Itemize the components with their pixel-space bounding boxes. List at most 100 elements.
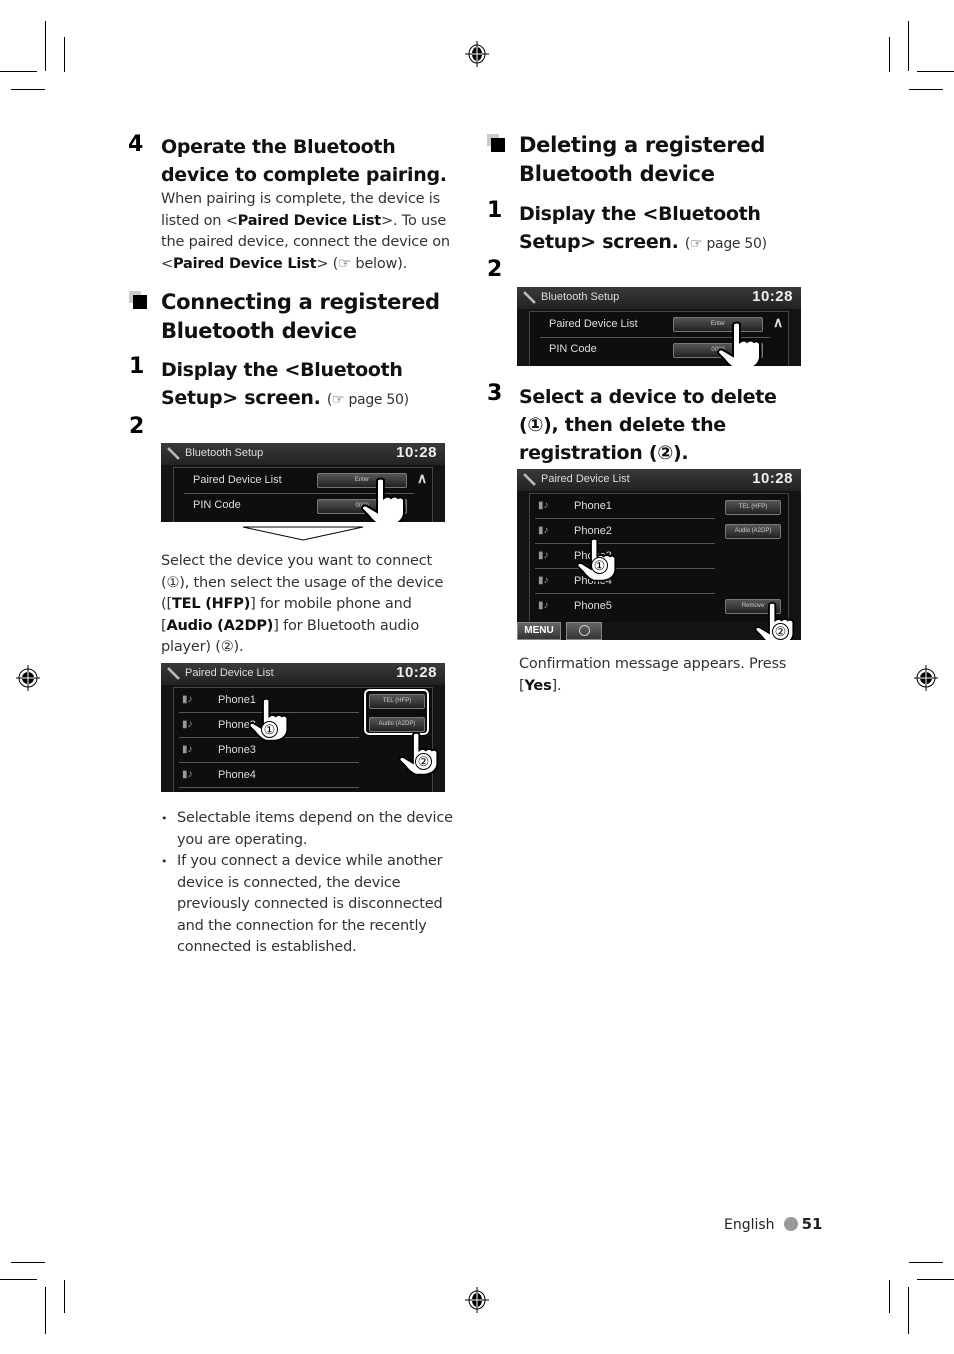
tel-hfp-button[interactable]: TEL (HFP) bbox=[725, 500, 781, 515]
home-icon bbox=[578, 625, 590, 636]
crop-mark bbox=[908, 1287, 909, 1334]
phone-music-icon: ▮♪ bbox=[182, 769, 193, 780]
phone-music-icon: ▮♪ bbox=[182, 719, 193, 730]
menu-item-paired-device-list[interactable]: Paired Device List bbox=[549, 318, 638, 330]
connect-instruction: Select the device you want to connect (①… bbox=[161, 551, 461, 659]
phone-music-icon: ▮♪ bbox=[182, 744, 193, 755]
phone-music-icon: ▮♪ bbox=[538, 600, 549, 611]
clock: 10:28 bbox=[396, 444, 437, 461]
phone-music-icon: ▮♪ bbox=[182, 694, 193, 705]
crop-mark bbox=[0, 1279, 37, 1280]
step-3: Select a device to delete (①), then dele… bbox=[519, 383, 814, 467]
paired-device-list-screen: Paired Device List 10:28 ▮♪ Phone1 ▮♪ Ph… bbox=[517, 469, 801, 640]
text-run: > (☞ below). bbox=[316, 255, 408, 272]
menu-button[interactable]: MENU bbox=[517, 622, 561, 640]
phone-music-icon: ▮♪ bbox=[538, 550, 549, 561]
menu-item-pin-code[interactable]: PIN Code bbox=[549, 343, 597, 355]
step-body: When pairing is complete, the device is … bbox=[161, 189, 461, 275]
registration-mark-icon bbox=[914, 665, 938, 691]
pointing-hand-icon bbox=[360, 477, 405, 522]
callout-1: ① bbox=[591, 557, 608, 574]
crop-mark bbox=[0, 71, 37, 72]
emphasized-text: Audio (A2DP) bbox=[166, 617, 274, 634]
phone-music-icon: ▮♪ bbox=[538, 525, 549, 536]
crop-mark bbox=[11, 1262, 45, 1263]
clock: 10:28 bbox=[752, 470, 793, 487]
emphasized-text: TEL (HFP) bbox=[171, 596, 251, 612]
page-number: 51 bbox=[801, 1215, 823, 1233]
wrench-icon bbox=[523, 291, 536, 304]
pointing-hand-icon bbox=[716, 321, 761, 366]
crop-mark bbox=[917, 71, 954, 72]
clock: 10:28 bbox=[396, 664, 437, 681]
bluetooth-setup-screen: Bluetooth Setup 10:28 Paired Device List… bbox=[517, 287, 801, 366]
screen-title: Paired Device List bbox=[185, 667, 274, 679]
wrench-icon bbox=[167, 667, 180, 680]
notes: Selectable items depend on the device yo… bbox=[161, 808, 466, 959]
registration-mark-icon bbox=[16, 665, 40, 691]
page-reference: (☞ page 50) bbox=[684, 236, 767, 252]
emphasized-text: Yes bbox=[524, 677, 552, 694]
device-item[interactable]: Phone5 bbox=[574, 600, 612, 612]
menu-item-pin-code[interactable]: PIN Code bbox=[193, 499, 241, 511]
pointing-hand-icon bbox=[398, 731, 439, 776]
crop-mark bbox=[45, 21, 46, 71]
step-number: 3 bbox=[487, 381, 503, 406]
screen-title: Bluetooth Setup bbox=[541, 291, 620, 303]
step-number: 2 bbox=[487, 257, 503, 282]
crop-mark bbox=[889, 37, 890, 72]
device-item[interactable]: Phone3 bbox=[218, 744, 256, 756]
step-4: Operate the Bluetooth device to complete… bbox=[161, 133, 461, 275]
section-heading: Connecting a registered Bluetooth device bbox=[161, 290, 440, 343]
step-number: 2 bbox=[129, 414, 145, 439]
screen-title: Bluetooth Setup bbox=[185, 447, 264, 459]
crop-mark bbox=[11, 89, 45, 90]
step-title: Operate the Bluetooth device to complete… bbox=[161, 136, 447, 186]
crop-mark bbox=[889, 1280, 890, 1313]
scroll-up-icon[interactable]: ∧ bbox=[773, 314, 783, 331]
bluetooth-setup-screen: Bluetooth Setup 10:28 Paired Device List… bbox=[161, 443, 445, 522]
device-item[interactable]: Phone4 bbox=[218, 769, 256, 781]
step-1: Display the <Bluetooth Setup> screen. (☞… bbox=[161, 356, 451, 414]
section-heading: Deleting a registered Bluetooth device bbox=[519, 133, 766, 186]
language-label: English bbox=[724, 1217, 775, 1233]
screen-title: Paired Device List bbox=[541, 473, 630, 485]
crop-mark bbox=[45, 1287, 46, 1334]
text-run: ]. bbox=[551, 677, 562, 694]
home-button[interactable] bbox=[566, 622, 602, 640]
note-item: Selectable items depend on the device yo… bbox=[161, 808, 466, 851]
step-title: Select a device to delete (①), then dele… bbox=[519, 386, 777, 464]
audio-a2dp-button[interactable]: Audio (A2DP) bbox=[725, 524, 781, 539]
down-arrow-icon bbox=[242, 526, 364, 541]
wrench-icon bbox=[523, 473, 536, 486]
step-number: 4 bbox=[128, 132, 144, 157]
tel-hfp-button[interactable]: TEL (HFP) bbox=[369, 694, 425, 709]
crop-mark bbox=[908, 21, 909, 71]
scroll-up-icon[interactable]: ∧ bbox=[417, 470, 427, 487]
callout-2: ② bbox=[415, 753, 432, 770]
page-dot-icon bbox=[783, 1217, 798, 1231]
menu-item-paired-device-list[interactable]: Paired Device List bbox=[193, 474, 282, 486]
device-item[interactable]: Phone1 bbox=[574, 500, 612, 512]
crop-mark bbox=[917, 1279, 954, 1280]
confirm-text: Confirmation message appears. Press [Yes… bbox=[519, 654, 809, 697]
emphasized-text: Paired Device List bbox=[172, 255, 317, 272]
paired-device-list-screen: Paired Device List 10:28 ▮♪ Phone1 ▮♪ Ph… bbox=[161, 663, 445, 792]
page-reference: (☞ page 50) bbox=[326, 392, 409, 408]
step-number: 1 bbox=[129, 354, 145, 379]
crop-mark bbox=[909, 1262, 943, 1263]
wrench-icon bbox=[167, 447, 180, 460]
crop-mark bbox=[64, 1280, 65, 1313]
clock: 10:28 bbox=[752, 288, 793, 305]
crop-mark bbox=[909, 89, 943, 90]
step-number: 1 bbox=[487, 198, 503, 223]
registration-mark-icon bbox=[465, 1287, 489, 1313]
step-1: Display the <Bluetooth Setup> screen. (☞… bbox=[519, 200, 809, 258]
callout-2: ② bbox=[772, 623, 789, 640]
phone-music-icon: ▮♪ bbox=[538, 500, 549, 511]
page-footer: English 51 bbox=[724, 1215, 822, 1233]
phone-music-icon: ▮♪ bbox=[538, 575, 549, 586]
registration-mark-icon bbox=[465, 41, 489, 67]
emphasized-text: Paired Device List bbox=[237, 212, 382, 229]
callout-1: ① bbox=[261, 721, 278, 738]
